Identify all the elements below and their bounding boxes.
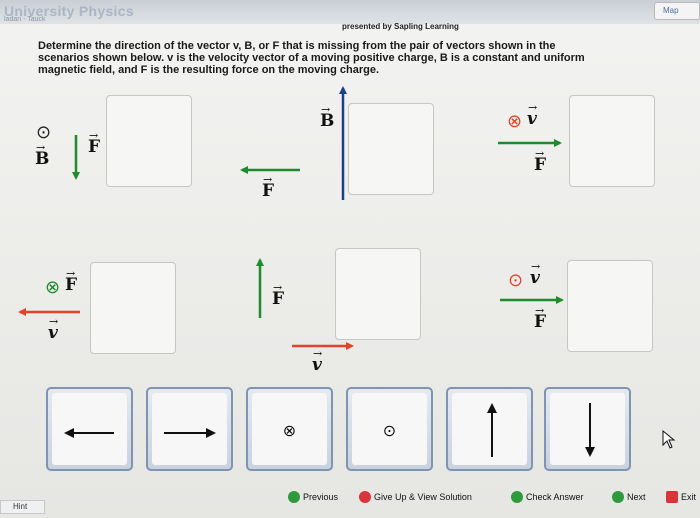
tile-face: ⊗ [252,393,327,465]
next-button[interactable]: Next [612,489,646,505]
give-up-label: Give Up & View Solution [374,492,472,502]
velocity-label-3: v [527,99,537,128]
previous-icon [288,491,300,503]
app-window: University Physics ladan - Tauck Map pre… [0,0,700,518]
cross-in-symbol-4: ⊗ [45,277,61,298]
left-arrow-tile[interactable] [46,387,133,471]
force-label-2: F [262,171,274,200]
into-page-tile[interactable]: ⊗ [246,387,333,471]
cross-in-icon: ⊗ [282,423,297,440]
left-arrow-icon [64,428,114,438]
field-label-1: B [35,139,49,168]
exit-icon [666,491,678,503]
dot-out-symbol-6: ⊙ [508,270,524,291]
next-icon [612,491,624,503]
force-label-5: F [272,279,284,308]
right-arrow-tile[interactable] [146,387,233,471]
up-arrow-tile[interactable] [446,387,533,471]
check-answer-button[interactable]: Check Answer [511,489,584,505]
tile-face: ⊙ [352,393,427,465]
mouse-cursor-icon [662,430,676,449]
cross-in-symbol-3: ⊗ [507,111,523,132]
velocity-label-6: v [530,258,540,287]
velocity-label-5: v [312,345,322,374]
exit-button[interactable]: Exit [666,489,696,505]
previous-label: Previous [303,492,339,502]
check-icon [511,491,523,503]
tile-face [550,393,625,465]
tile-face [152,393,227,465]
give-up-button[interactable]: Give Up & View Solution [359,489,472,505]
force-label-1: F [88,127,100,156]
velocity-label-4: v [48,313,58,342]
field-label-2: B [320,101,334,130]
check-label: Check Answer [526,492,584,502]
right-arrow-icon [164,428,216,438]
down-arrow-icon [585,403,595,457]
force-label-3: F [534,145,546,174]
next-label: Next [627,492,646,502]
previous-button[interactable]: Previous [288,489,338,505]
up-arrow-icon [487,403,497,457]
tile-face [52,393,127,465]
force-label-4: F [65,265,77,294]
give-up-icon [359,491,371,503]
force-label-6: F [534,302,546,331]
tile-face [452,393,527,465]
exit-label: Exit [681,492,697,502]
dot-out-icon: ⊙ [382,423,397,440]
down-arrow-tile[interactable] [544,387,631,471]
out-of-page-tile[interactable]: ⊙ [346,387,433,471]
hint-button[interactable]: Hint [0,500,45,514]
